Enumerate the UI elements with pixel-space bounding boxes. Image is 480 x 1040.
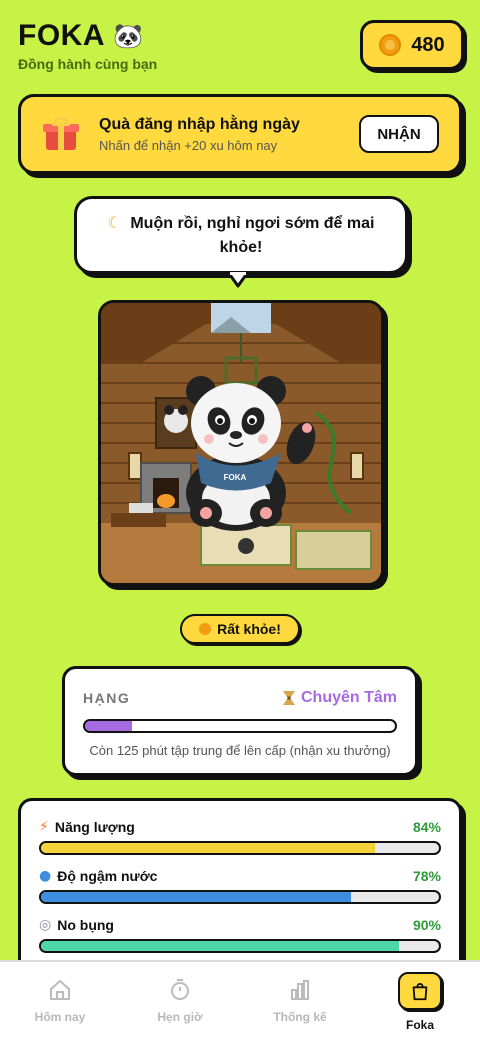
stat-hydration-value: 78% [412, 868, 441, 884]
gift-icon [43, 116, 79, 152]
claim-button[interactable]: NHẬN [359, 115, 439, 153]
stat-energy: ⚡ Năng lượng 84% [39, 819, 441, 855]
speech-bubble: ☾ Muộn rồi, nghỉ ngơi sớm để mai khỏe! [74, 196, 408, 274]
plate-icon: ◎ [39, 917, 52, 933]
tab-stats[interactable]: Thống kê [240, 962, 360, 1040]
speech-bubble-tail [228, 272, 248, 288]
stat-hydration: ● Độ ngậm nước 78% [39, 868, 441, 904]
app-subtitle: Đồng hành cùng bạn [18, 56, 158, 72]
rank-value: Chuyên Tâm [282, 689, 397, 707]
hourglass-icon [282, 691, 295, 705]
tab-today-label: Hôm nay [34, 1010, 86, 1024]
stat-energy-label: Năng lượng [54, 819, 135, 835]
stat-fullness-value: 90% [412, 917, 441, 933]
rank-progress-bar [83, 719, 397, 733]
tab-foka[interactable]: Foka [360, 962, 480, 1040]
stat-fullness: ◎ No bụng 90% [39, 917, 441, 953]
daily-gift-subtitle: Nhấn để nhận +20 xu hôm nay [99, 137, 278, 153]
tab-timer-label: Hẹn giờ [157, 1010, 203, 1024]
header: FOKA 🐼 Đồng hành cùng bạn [18, 18, 157, 72]
lightning-icon: ⚡ [39, 819, 49, 835]
daily-gift-title: Quà đăng nhập hằng ngày [99, 115, 300, 133]
tab-foka-active-bg [398, 972, 442, 1010]
rank-value-text: Chuyên Tâm [300, 689, 397, 706]
moon-icon: ☾ [107, 212, 122, 232]
mascot-scene[interactable]: FOKA [98, 300, 384, 586]
bottom-tab-bar: Hôm nay Hẹn giờ Thống kê Foka [0, 960, 480, 1040]
coin-balance[interactable]: 480 [360, 20, 464, 70]
stat-fullness-label: No bụng [57, 917, 114, 933]
tab-today[interactable]: Hôm nay [0, 962, 120, 1040]
status-badge: Rất khỏe! [180, 614, 300, 644]
tab-foka-label: Foka [405, 1018, 434, 1032]
stat-energy-fill [41, 843, 376, 853]
speech-text: Muộn rồi, nghỉ ngơi sớm để mai khỏe! [130, 214, 375, 256]
stat-fullness-fill [41, 941, 400, 951]
tab-timer[interactable]: Hẹn giờ [120, 962, 240, 1040]
coin-icon [379, 34, 402, 56]
coin-value: 480 [411, 33, 445, 56]
rank-card: HẠNG Chuyên Tâm Còn 125 phút tập trung đ… [62, 666, 418, 776]
status-label: Rất khỏe! [217, 621, 281, 637]
water-drop-icon: ● [39, 868, 52, 884]
timer-icon [171, 979, 189, 1000]
panda-icon: 🐼 [113, 22, 144, 50]
rank-progress-fill [85, 721, 132, 731]
stat-hydration-fill [41, 892, 352, 902]
daily-gift-card[interactable]: Quà đăng nhập hằng ngày Nhấn để nhận +20… [18, 94, 462, 174]
rank-label: HẠNG [83, 690, 131, 706]
stat-energy-bar [39, 841, 441, 855]
stat-fullness-bar [39, 939, 441, 953]
stat-energy-value: 84% [412, 819, 441, 835]
app-title-text: FOKA [18, 19, 105, 52]
smile-icon [199, 623, 212, 635]
bag-icon [412, 982, 428, 1001]
tab-stats-label: Thống kê [273, 1010, 327, 1024]
scarf-label: FOKA [224, 473, 247, 482]
app-title: FOKA 🐼 [18, 18, 157, 54]
chart-icon [291, 980, 309, 1000]
home-icon [50, 980, 70, 1000]
rank-note: Còn 125 phút tập trung để lên cấp (nhận … [89, 743, 391, 758]
stat-hydration-label: Độ ngậm nước [57, 868, 158, 884]
mascot-illustration: FOKA [101, 303, 381, 583]
stat-hydration-bar [39, 890, 441, 904]
